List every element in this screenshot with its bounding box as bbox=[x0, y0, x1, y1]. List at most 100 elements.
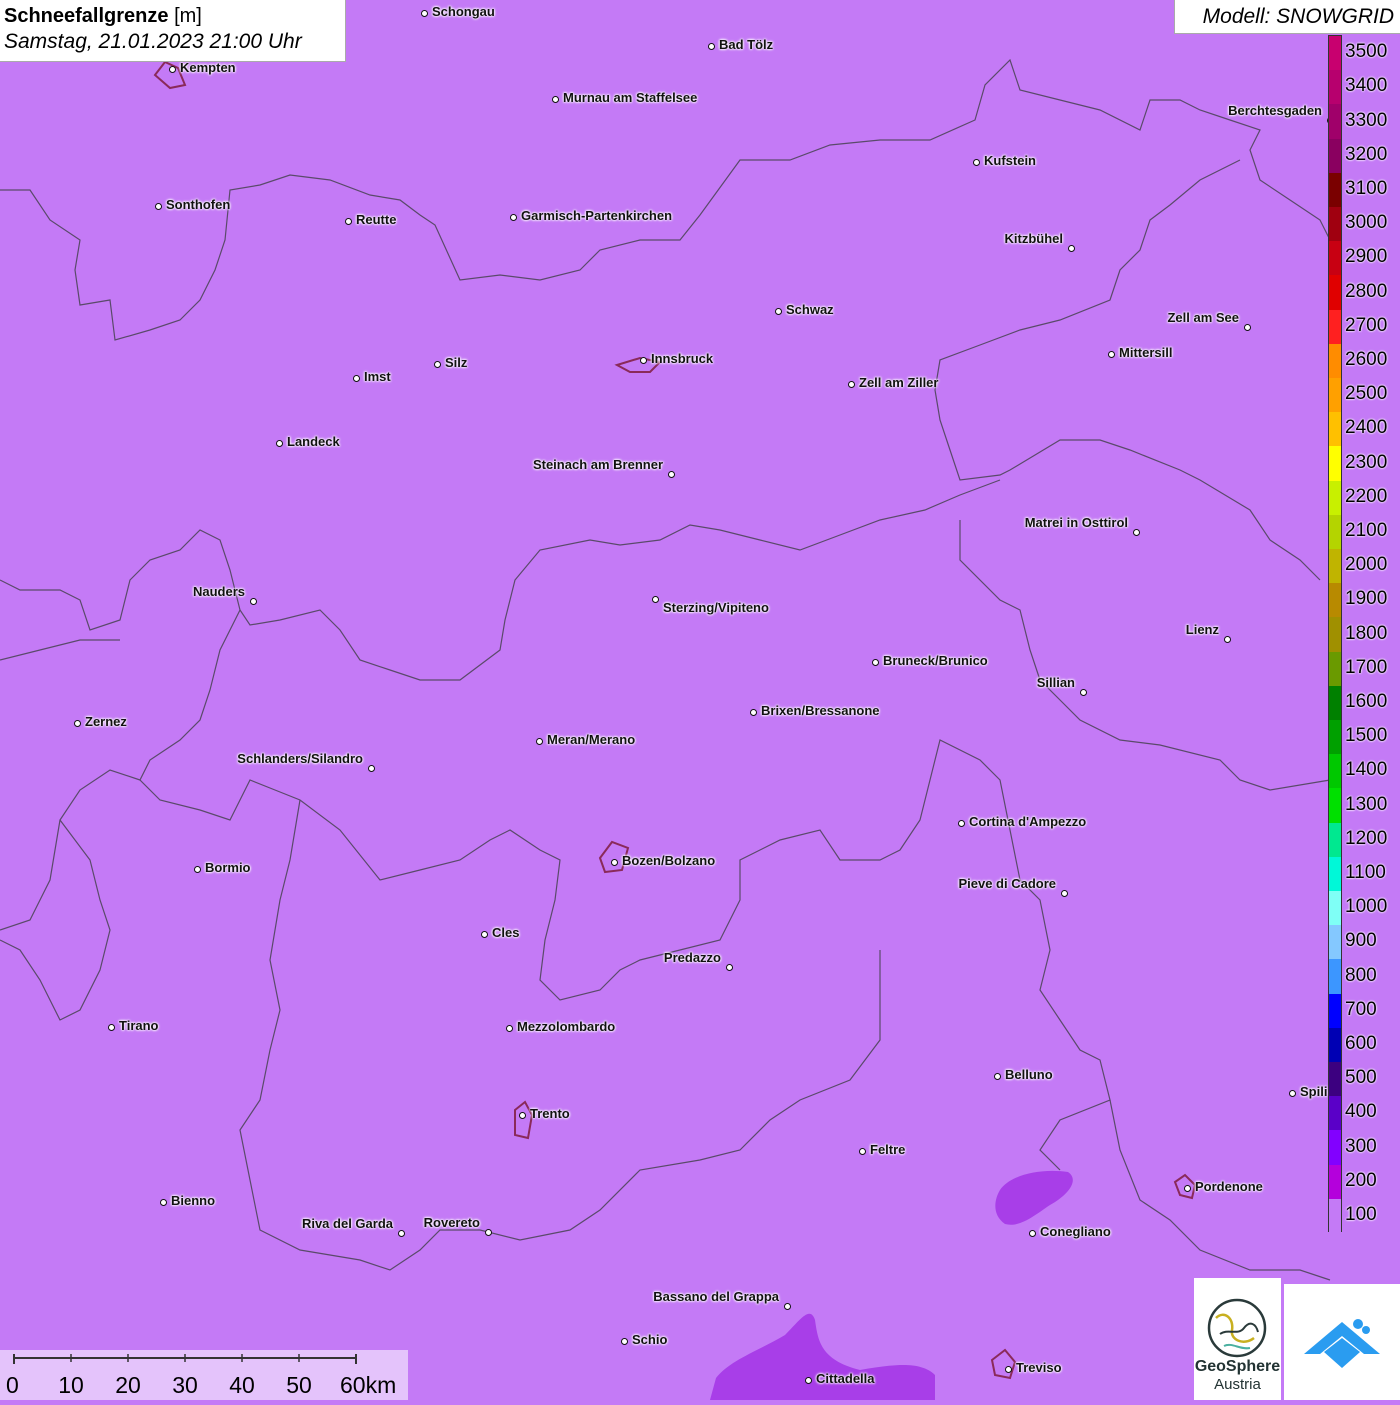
city-label: Zell am See bbox=[1167, 310, 1239, 325]
city-label: Schongau bbox=[432, 4, 495, 19]
legend-level-label: 1800 bbox=[1345, 622, 1388, 644]
legend-swatch bbox=[1329, 754, 1341, 789]
legend-swatch bbox=[1329, 822, 1341, 858]
city-marker bbox=[484, 1228, 492, 1236]
legend-swatch bbox=[1329, 36, 1341, 71]
legend-level-label: 3100 bbox=[1345, 177, 1388, 199]
legend-swatch bbox=[1329, 446, 1341, 482]
legend-swatch bbox=[1329, 1198, 1341, 1234]
legend-swatch bbox=[1329, 959, 1341, 995]
legend-level-label: 2500 bbox=[1345, 383, 1388, 405]
city-marker bbox=[1107, 350, 1115, 358]
city-marker bbox=[1243, 323, 1251, 331]
legend-swatch bbox=[1329, 788, 1341, 824]
city-label: Pordenone bbox=[1195, 1179, 1263, 1194]
legend-level-label: 2300 bbox=[1345, 451, 1388, 473]
city-label: Schlanders/Silandro bbox=[237, 751, 363, 766]
app-logo bbox=[1284, 1284, 1400, 1400]
city-label: Silz bbox=[445, 355, 468, 370]
city-marker bbox=[352, 374, 360, 382]
city-label: Treviso bbox=[1016, 1360, 1062, 1375]
city-marker bbox=[707, 42, 715, 50]
city-marker bbox=[871, 658, 879, 666]
city-label: Schio bbox=[632, 1332, 668, 1347]
legend-swatch bbox=[1329, 104, 1341, 140]
city-marker bbox=[193, 865, 201, 873]
city-label: Matrei in Osttirol bbox=[1024, 515, 1128, 530]
legend-level-label: 1500 bbox=[1345, 725, 1388, 747]
city-marker bbox=[518, 1111, 526, 1119]
legend-swatch bbox=[1329, 549, 1341, 584]
legend-level-label: 2200 bbox=[1345, 485, 1388, 507]
legend-swatch bbox=[1329, 172, 1341, 208]
city-marker bbox=[610, 858, 618, 866]
legend-swatch bbox=[1329, 993, 1341, 1029]
city-label: Kempten bbox=[180, 60, 236, 75]
city-label: Bruneck/Brunico bbox=[883, 653, 988, 668]
city-marker bbox=[344, 217, 352, 225]
legend-swatch bbox=[1329, 207, 1341, 242]
map-datetime: Samstag, 21.01.2023 21:00 Uhr bbox=[4, 30, 302, 53]
city-label: Bad Tölz bbox=[719, 37, 774, 52]
city-marker bbox=[397, 1229, 405, 1237]
city-marker bbox=[639, 356, 647, 364]
app-logo-icon bbox=[1304, 1319, 1380, 1368]
geosphere-emblem-icon bbox=[1207, 1298, 1267, 1358]
city-label: Rovereto bbox=[423, 1215, 480, 1230]
city-marker bbox=[1079, 688, 1087, 696]
legend-swatch bbox=[1329, 138, 1341, 174]
city-marker bbox=[367, 764, 375, 772]
legend-level-label: 2900 bbox=[1345, 246, 1388, 268]
city-marker bbox=[509, 213, 517, 221]
title-unit: [m] bbox=[174, 5, 202, 27]
city-marker bbox=[535, 737, 543, 745]
city-label: Sillian bbox=[1036, 675, 1075, 690]
legend-swatch bbox=[1329, 856, 1341, 892]
city-label: Trento bbox=[530, 1106, 570, 1121]
city-label: Murnau am Staffelsee bbox=[563, 90, 698, 105]
city-label: Landeck bbox=[287, 434, 340, 449]
legend-swatch bbox=[1329, 685, 1341, 721]
city-label: Brixen/Bressanone bbox=[761, 703, 880, 718]
legend-level-label: 2600 bbox=[1345, 348, 1388, 370]
city-marker bbox=[1060, 889, 1068, 897]
city-label: Pieve di Cadore bbox=[958, 876, 1056, 891]
legend-swatch bbox=[1329, 617, 1341, 653]
city-marker bbox=[505, 1024, 513, 1032]
legend-level-label: 2400 bbox=[1345, 417, 1388, 439]
legend-level-label: 2800 bbox=[1345, 280, 1388, 302]
legend-level-label: 700 bbox=[1345, 998, 1377, 1020]
city-marker bbox=[275, 439, 283, 447]
legend-level-label: 1000 bbox=[1345, 896, 1388, 918]
city-label: Reutte bbox=[356, 212, 397, 227]
city-label: Feltre bbox=[870, 1142, 906, 1157]
title-variable: Schneefallgrenze bbox=[4, 5, 169, 27]
city-marker bbox=[1132, 528, 1140, 536]
city-marker bbox=[783, 1302, 791, 1310]
city-marker bbox=[774, 307, 782, 315]
scale-label: 60km bbox=[340, 1372, 397, 1398]
legend-level-label: 1700 bbox=[1345, 656, 1388, 678]
city-label: Lienz bbox=[1185, 622, 1219, 637]
legend-swatch bbox=[1329, 343, 1341, 379]
scale-label: 10 bbox=[58, 1372, 84, 1398]
city-label: Riva del Garda bbox=[301, 1216, 393, 1231]
legend-level-label: 3400 bbox=[1345, 75, 1388, 97]
map-title-box: Schneefallgrenze [m] Samstag, 21.01.2023… bbox=[0, 0, 346, 62]
legend-level-label: 3000 bbox=[1345, 212, 1388, 234]
city-marker bbox=[1183, 1184, 1191, 1192]
legend-level-label: 300 bbox=[1345, 1135, 1377, 1157]
city-label: Cles bbox=[492, 925, 520, 940]
legend-level-label: 2100 bbox=[1345, 519, 1388, 541]
legend-level-label: 1900 bbox=[1345, 588, 1388, 610]
city-label: Nauders bbox=[192, 584, 245, 599]
city-label: Mezzolombardo bbox=[517, 1019, 616, 1034]
city-marker bbox=[1004, 1365, 1012, 1373]
legend-level-label: 2000 bbox=[1345, 554, 1388, 576]
legend-swatch bbox=[1329, 1164, 1341, 1200]
city-marker bbox=[804, 1376, 812, 1384]
legend-level-label: 1200 bbox=[1345, 827, 1388, 849]
city-marker bbox=[620, 1337, 628, 1345]
legend-swatch bbox=[1329, 309, 1341, 345]
city-marker bbox=[651, 595, 659, 603]
